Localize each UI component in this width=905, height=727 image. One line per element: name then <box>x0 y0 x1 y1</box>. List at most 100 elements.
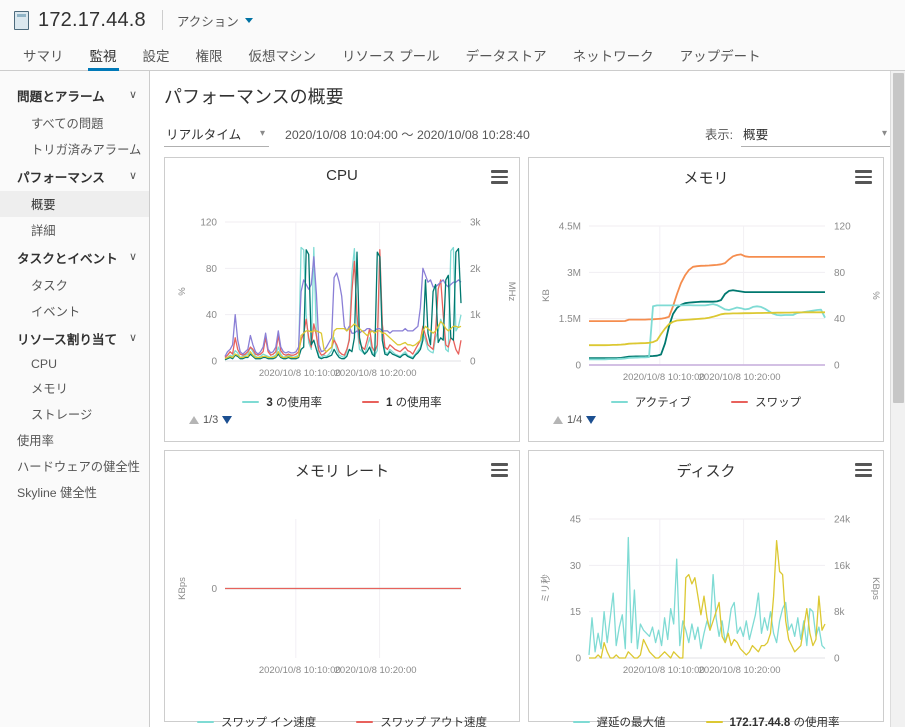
vsphere-performance-overview: 172.17.44.8 アクション サマリ 監視 設定 権限 仮想マシン リソース プール… <box>0 0 905 727</box>
sidebar-group-0[interactable]: 問題とアラーム ∨ <box>0 81 149 110</box>
sidebar-item-1-0[interactable]: 概要 <box>0 191 149 217</box>
triangle-up-icon[interactable] <box>553 416 563 424</box>
sidebar-item-1-1[interactable]: 詳細 <box>0 217 149 243</box>
svg-text:%: % <box>870 291 881 300</box>
svg-text:40: 40 <box>834 314 846 325</box>
sidebar-item-2-0[interactable]: タスク <box>0 272 149 298</box>
tab-1[interactable]: 監視 <box>77 40 130 71</box>
tab-7[interactable]: ネットワーク <box>560 40 667 70</box>
legend-swatch <box>610 400 628 404</box>
sidebar-group-label: 問題とアラーム <box>17 90 105 104</box>
hamburger-icon[interactable] <box>491 170 508 184</box>
svg-text:KBps: KBps <box>177 577 188 600</box>
chart-card-disk: ディスク 0 15 30 45 0 8k 16k 24k ミリ秒 KBps 2020/10/8 10:… <box>528 450 884 727</box>
legend-item-0[interactable]: 3 の使用率 <box>242 394 322 410</box>
triangle-down-icon[interactable] <box>222 416 233 424</box>
legend-item-0[interactable]: 遅延の最大値 <box>572 714 666 727</box>
tab-3[interactable]: 権限 <box>183 40 236 70</box>
legend-label: 3 の使用率 <box>266 397 322 409</box>
chart-title: メモリ <box>683 170 729 187</box>
tab-5[interactable]: リソース プール <box>329 40 453 70</box>
tab-0[interactable]: サマリ <box>10 40 77 70</box>
tab-2[interactable]: 設定 <box>130 40 183 70</box>
legend-label: スワップ <box>755 397 802 409</box>
sidebar-item-3-1[interactable]: メモリ <box>0 375 149 401</box>
sidebar-item-standalone-2[interactable]: Skyline 健全性 <box>0 479 149 505</box>
sidebar-item-3-0[interactable]: CPU <box>0 353 149 375</box>
svg-text:0: 0 <box>211 357 217 368</box>
page-title: パフォーマンスの概要 <box>164 87 344 107</box>
chart-card-memory: メモリ 0 1.5M 3M 4.5M 0 40 80 120 KB% 2020/10/8 10:10… <box>528 157 884 442</box>
vertical-scrollbar[interactable] <box>890 71 905 727</box>
svg-text:80: 80 <box>834 268 846 279</box>
chart-legend: 遅延の最大値 172.17.44.8 の使用率 <box>529 714 883 727</box>
legend-swatch <box>197 720 215 724</box>
triangle-down-icon[interactable] <box>586 416 597 424</box>
hamburger-icon[interactable] <box>855 463 872 477</box>
chart-title: ディスク <box>676 463 736 480</box>
svg-text:80: 80 <box>206 264 218 275</box>
chevron-down-icon: ∨ <box>128 89 137 101</box>
tab-label: リソース プール <box>342 49 440 64</box>
scrollbar-thumb[interactable] <box>893 73 904 403</box>
svg-text:0: 0 <box>834 361 840 372</box>
legend-label: 1 の使用率 <box>386 397 442 409</box>
legend-item-1[interactable]: スワップ <box>731 394 801 410</box>
svg-text:3k: 3k <box>470 218 482 229</box>
time-range-label: 2020/10/08 10:04:00 ～ 2020/10/08 10:28:4… <box>285 128 530 142</box>
chart-legend: 3 の使用率 1 の使用率 <box>165 394 519 410</box>
interval-dropdown[interactable]: リアルタイム ▾ <box>164 122 269 147</box>
chart-grid: CPU 0 40 80 120 0 1k 2k 3k% MHz 2020/10/8 10:10:00… <box>164 157 891 727</box>
tab-6[interactable]: データストア <box>453 40 560 70</box>
legend-swatch <box>356 720 374 724</box>
series-line <box>589 289 825 360</box>
view-dropdown[interactable]: 概要 ▾ <box>741 122 891 147</box>
sidebar-item-2-1[interactable]: イベント <box>0 298 149 324</box>
sidebar-item-standalone-1[interactable]: ハードウェアの健全性 <box>0 453 149 479</box>
legend-swatch <box>572 720 590 724</box>
actions-menu[interactable]: アクション <box>177 11 253 30</box>
legend-item-1[interactable]: 1 の使用率 <box>362 394 442 410</box>
chart-card-cpu: CPU 0 40 80 120 0 1k 2k 3k% MHz 2020/10/8 10:10:00… <box>164 157 520 442</box>
sidebar-item-0-1[interactable]: トリガ済みアラーム <box>0 136 149 162</box>
legend-label: アクティブ <box>634 397 692 409</box>
legend-item-0[interactable]: スワップ イン速度 <box>197 714 316 727</box>
tab-8[interactable]: アップデート <box>667 40 774 70</box>
legend-pager[interactable]: 1/4 <box>553 414 597 426</box>
svg-text:1k: 1k <box>470 310 482 321</box>
tab-label: 設定 <box>142 49 170 64</box>
triangle-up-icon[interactable] <box>189 416 199 424</box>
chevron-down-icon <box>244 17 253 23</box>
svg-text:2020/10/8 10:10:00: 2020/10/8 10:10:00 <box>259 368 341 379</box>
tab-4[interactable]: 仮想マシン <box>236 40 330 70</box>
svg-text:2020/10/8 10:20:00: 2020/10/8 10:20:00 <box>335 665 417 676</box>
svg-text:1.5M: 1.5M <box>559 314 581 325</box>
legend-item-1[interactable]: 172.17.44.8 の使用率 <box>705 714 840 727</box>
legend-label: 172.17.44.8 の使用率 <box>729 717 840 727</box>
sidebar-group-1[interactable]: パフォーマンス ∨ <box>0 162 149 191</box>
pager-label: 1/3 <box>203 414 219 426</box>
svg-text:120: 120 <box>200 218 217 229</box>
sidebar-item-3-2[interactable]: ストレージ <box>0 401 149 427</box>
svg-text:2020/10/8 10:20:00: 2020/10/8 10:20:00 <box>699 665 781 676</box>
hamburger-icon[interactable] <box>491 463 508 477</box>
legend-item-0[interactable]: アクティブ <box>610 394 692 410</box>
view-value: 概要 <box>743 127 769 142</box>
svg-text:45: 45 <box>570 515 582 526</box>
sidebar-item-0-0[interactable]: すべての問題 <box>0 110 149 136</box>
series-line <box>589 253 825 323</box>
svg-text:2020/10/8 10:20:00: 2020/10/8 10:20:00 <box>699 372 781 383</box>
host-icon <box>14 10 29 30</box>
legend-label: スワップ アウト速度 <box>380 717 487 727</box>
chevron-down-icon: ▾ <box>881 127 887 139</box>
sidebar-item-standalone-0[interactable]: 使用率 <box>0 427 149 453</box>
svg-text:15: 15 <box>570 607 582 618</box>
series-line <box>588 536 826 655</box>
sidebar-group-3[interactable]: リソース割り当て ∨ <box>0 324 149 353</box>
hamburger-icon[interactable] <box>855 170 872 184</box>
tab-label: アップデート <box>679 49 761 64</box>
chevron-down-icon: ∨ <box>128 332 137 344</box>
legend-item-1[interactable]: スワップ アウト速度 <box>356 714 487 727</box>
sidebar-group-2[interactable]: タスクとイベント ∨ <box>0 243 149 272</box>
legend-pager[interactable]: 1/3 <box>189 414 233 426</box>
